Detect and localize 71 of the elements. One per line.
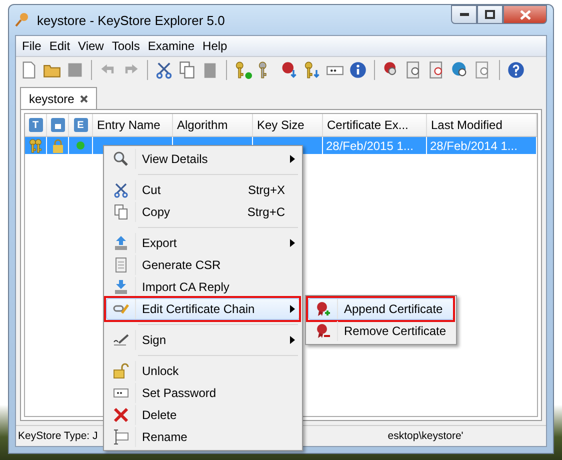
document-tab[interactable]: keystore xyxy=(20,87,98,109)
menu-item[interactable]: Generate CSR xyxy=(106,254,300,276)
status-text: KeyStore Type: J xyxy=(18,430,98,442)
window-title: keystore - KeyStore Explorer 5.0 xyxy=(37,12,226,28)
menu-item[interactable]: View Details xyxy=(106,148,300,170)
lock-column-icon[interactable] xyxy=(50,118,64,132)
shortcut-text: Strg+C xyxy=(247,205,286,219)
minimize-button[interactable] xyxy=(451,5,477,24)
seal-plus-icon xyxy=(315,301,331,317)
menu-item[interactable]: Edit Certificate Chain xyxy=(106,298,300,320)
seal-download-icon[interactable] xyxy=(280,61,298,79)
column-header-icon[interactable]: T xyxy=(28,118,42,132)
menu-item[interactable]: Remove Certificate xyxy=(308,320,454,342)
table-cell: 28/Feb/2015 1... xyxy=(326,138,414,152)
download-tray-icon xyxy=(113,279,129,295)
close-button[interactable] xyxy=(503,5,547,24)
close-icon xyxy=(520,10,530,20)
menu-item[interactable]: Unlock xyxy=(106,360,300,382)
key-pair-download-icon[interactable] xyxy=(303,61,321,79)
menu-item[interactable]: Sign xyxy=(106,329,300,351)
info-icon[interactable] xyxy=(349,61,367,79)
rename-field-icon xyxy=(113,429,129,445)
help-icon[interactable] xyxy=(507,61,525,79)
column-header[interactable]: Certificate Ex... xyxy=(323,114,427,136)
maximize-button[interactable] xyxy=(477,5,503,24)
upload-tray-icon xyxy=(113,235,129,251)
menu-item[interactable]: File xyxy=(18,39,46,53)
menu-item[interactable]: Export xyxy=(106,232,300,254)
document-icon xyxy=(113,257,129,273)
submenu-arrow-icon xyxy=(290,336,295,344)
close-tab-icon[interactable] xyxy=(80,94,88,102)
menu-item[interactable]: Examine xyxy=(144,39,199,53)
table-cell: 28/Feb/2014 1... xyxy=(430,138,518,152)
menu-item[interactable]: Set Password xyxy=(106,382,300,404)
minimize-icon xyxy=(460,13,468,16)
menu-item[interactable]: Help xyxy=(198,39,232,53)
maximize-icon xyxy=(485,10,495,19)
copy-icon xyxy=(113,204,129,220)
menu-item[interactable]: Rename xyxy=(106,426,300,448)
delete-icon xyxy=(113,407,129,423)
submenu-arrow-icon xyxy=(290,239,295,247)
cut-icon[interactable] xyxy=(155,61,173,79)
menu-item[interactable]: View xyxy=(74,39,108,53)
menu-item[interactable]: Append Certificate xyxy=(308,298,454,320)
menu-item[interactable]: Delete xyxy=(106,404,300,426)
status-dot-icon xyxy=(76,141,85,150)
submenu-arrow-icon xyxy=(290,155,295,163)
menu-item[interactable]: Tools xyxy=(108,39,144,53)
new-file-icon[interactable] xyxy=(20,61,38,79)
menu-item[interactable]: Copy Strg+C xyxy=(106,201,300,223)
magnifier-icon xyxy=(113,151,129,167)
column-header[interactable]: Algorithm xyxy=(173,114,253,136)
key-pair-plus-icon[interactable] xyxy=(234,61,252,79)
key-pair-icon xyxy=(28,138,43,154)
column-header[interactable]: Last Modified xyxy=(427,114,537,136)
padlock-icon xyxy=(50,138,64,152)
column-header[interactable]: Key Size xyxy=(253,114,323,136)
app-logo-icon xyxy=(15,12,31,28)
scissors-icon xyxy=(113,182,129,198)
menu-item[interactable]: Edit xyxy=(45,39,74,53)
shortcut-text: Strg+X xyxy=(248,183,286,197)
column-header[interactable]: Entry Name xyxy=(93,114,173,136)
submenu-arrow-icon xyxy=(290,305,295,313)
copy-icon[interactable] xyxy=(178,61,196,79)
menu-item[interactable]: Cut Strg+X xyxy=(106,179,300,201)
open-padlock-icon xyxy=(113,363,129,379)
column-header-icon[interactable]: E xyxy=(74,118,88,132)
menu-item[interactable]: Import CA Reply xyxy=(106,276,300,298)
signature-pen-icon xyxy=(113,332,129,348)
status-text: esktop\keystore' xyxy=(388,430,464,442)
seal-minus-icon xyxy=(315,323,331,339)
